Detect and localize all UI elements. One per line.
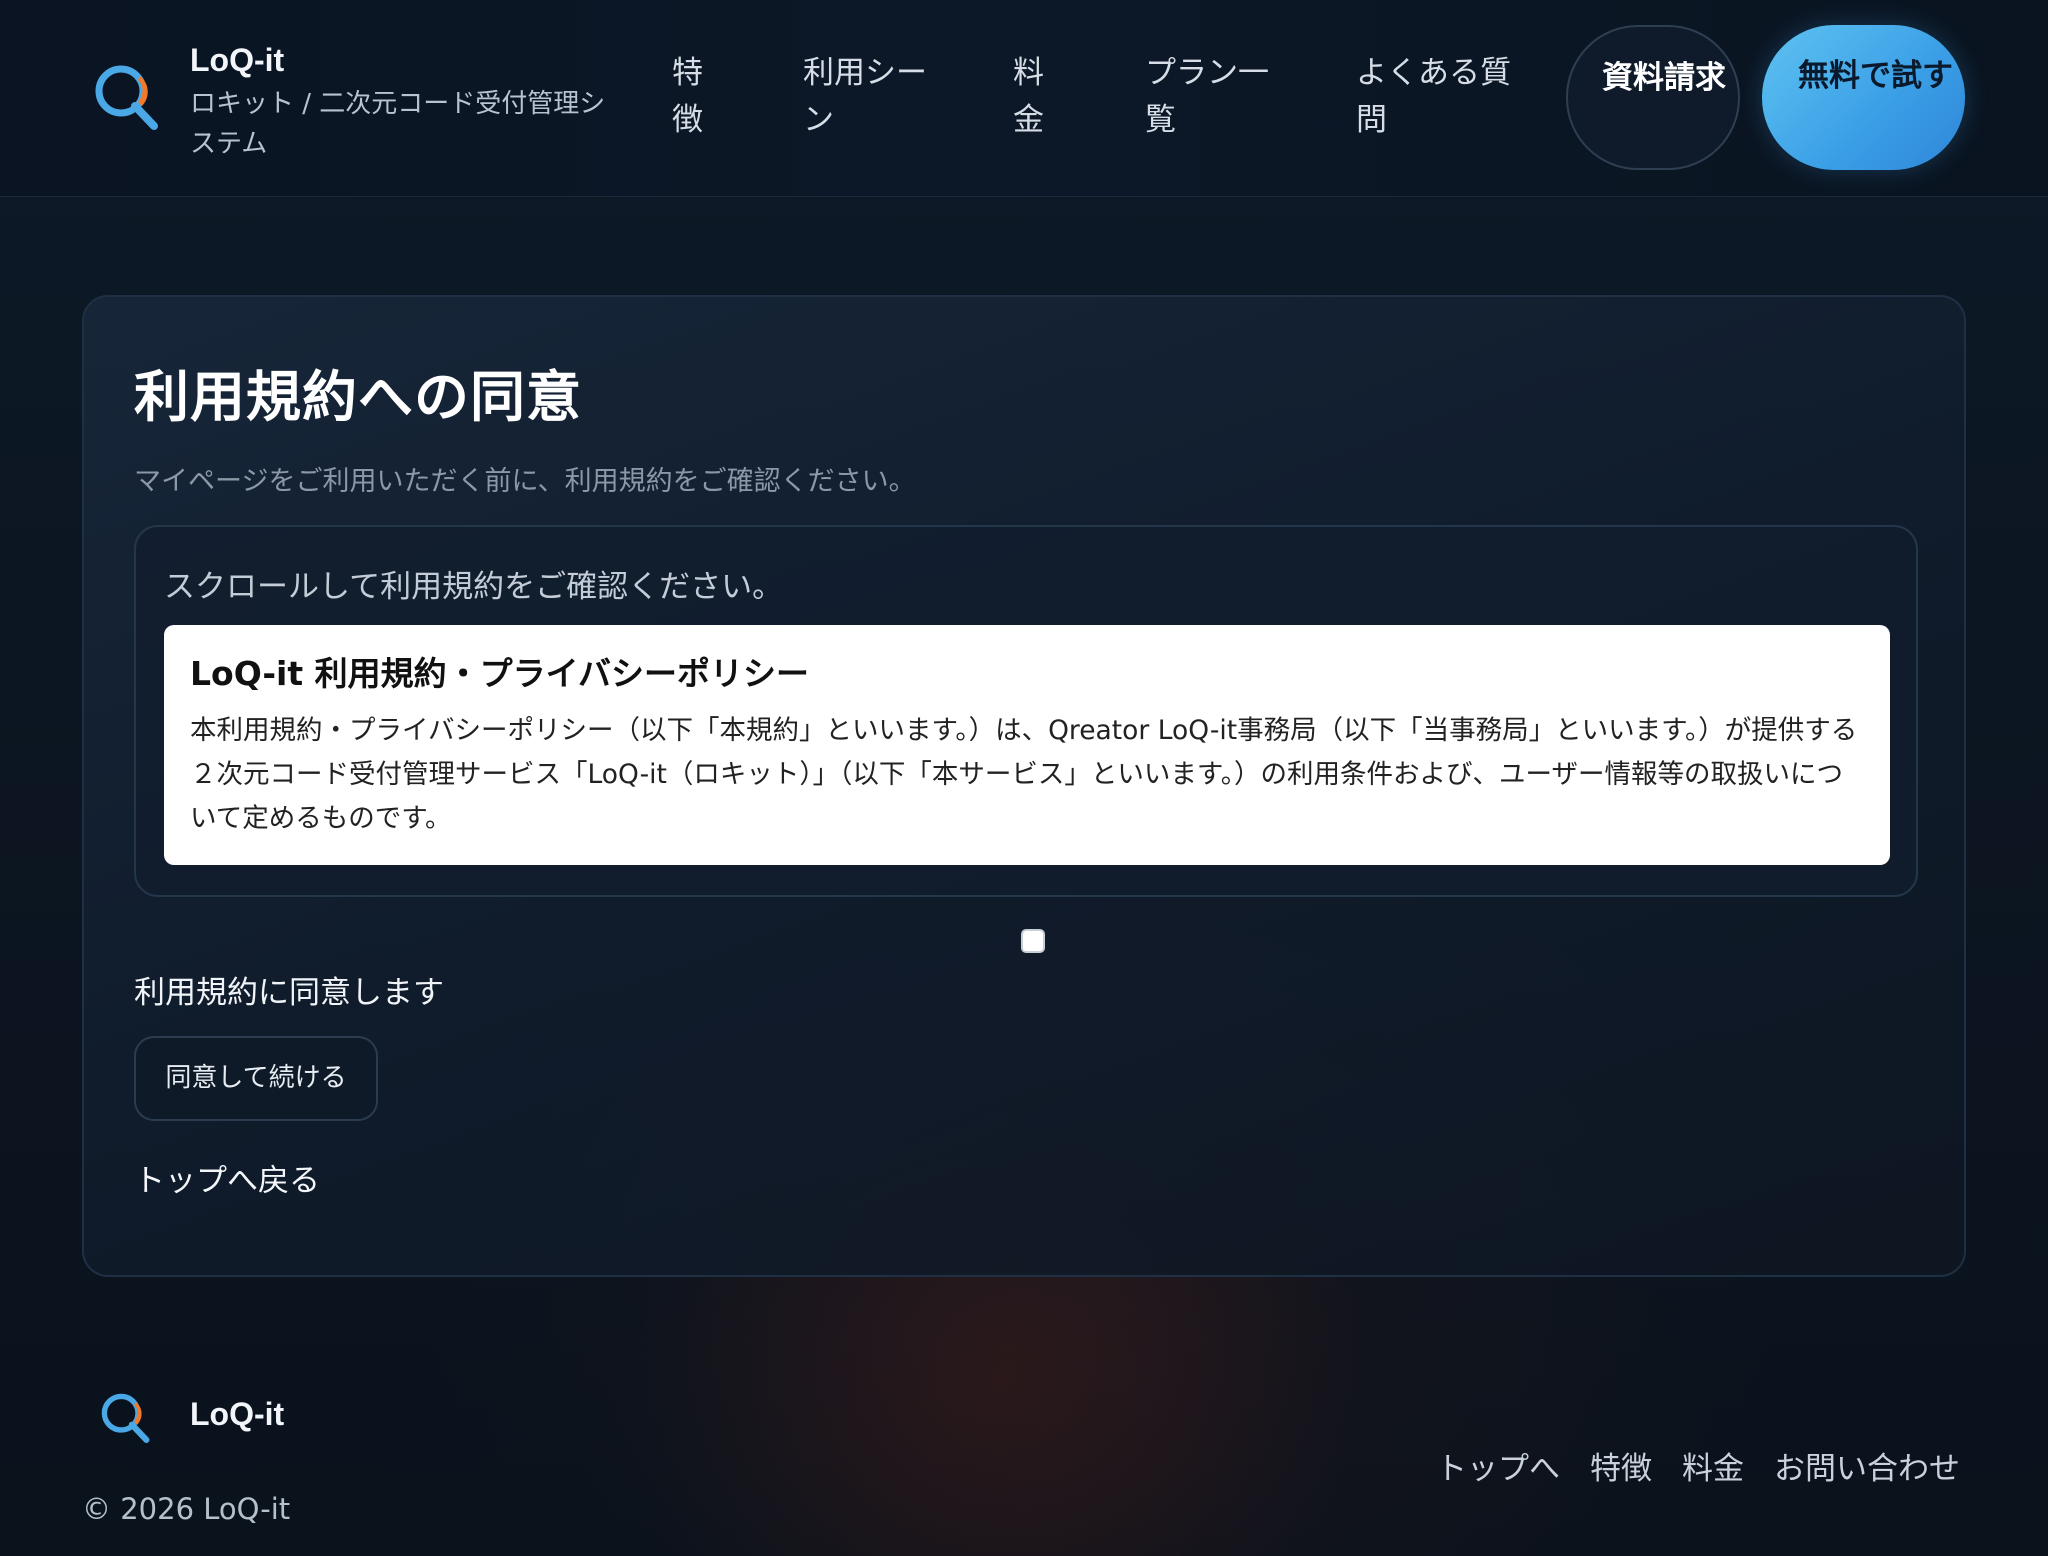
page-lead: マイページをご利用いただく前に、利用規約をご確認ください。 <box>134 466 916 497</box>
agree-label[interactable]: 利用規約に同意します <box>134 967 444 1012</box>
copyright: © 2026 LoQ-it <box>82 1492 291 1526</box>
brand[interactable]: LoQ-it ロキット / 二次元コード受付管理システム <box>88 38 628 168</box>
nav-pricing[interactable]: 料金 <box>1013 50 1053 144</box>
terms-section: スクロールして利用規約をご確認ください。 LoQ-it 利用規約・プライバシーポ… <box>134 525 1918 897</box>
site-header: LoQ-it ロキット / 二次元コード受付管理システム 特徴 利用シーン 料金… <box>0 0 2048 197</box>
footer-link-contact[interactable]: お問い合わせ <box>1774 1443 1960 1488</box>
nav-features[interactable]: 特徴 <box>672 50 712 144</box>
nav-use-cases[interactable]: 利用シーン <box>803 50 935 144</box>
footer-link-features[interactable]: 特徴 <box>1590 1443 1652 1488</box>
scroll-hint: スクロールして利用規約をご確認ください。 <box>164 569 784 605</box>
brand-name: LoQ-it <box>190 42 285 78</box>
nav-faq[interactable]: よくある質問 <box>1356 50 1521 144</box>
footer-link-top[interactable]: トップへ <box>1436 1443 1560 1488</box>
footer-brand-name: LoQ-it <box>190 1396 285 1432</box>
page-title: 利用規約への同意 <box>134 365 583 429</box>
agree-continue-button[interactable]: 同意して続ける <box>134 1036 378 1121</box>
magnifier-q-logo-icon[interactable] <box>96 1388 154 1446</box>
magnifier-q-logo-icon <box>95 65 158 130</box>
free-trial-button[interactable]: 無料で試す <box>1762 25 1965 170</box>
nav-plans[interactable]: プラン一覧 <box>1145 50 1277 144</box>
agree-checkbox[interactable] <box>1021 929 1045 953</box>
terms-consent-card: 利用規約への同意 マイページをご利用いただく前に、利用規約をご確認ください。 ス… <box>82 295 1966 1277</box>
brand-tagline: ロキット / 二次元コード受付管理システム <box>190 89 606 159</box>
footer-link-pricing[interactable]: 料金 <box>1682 1443 1744 1488</box>
back-to-top-link[interactable]: トップへ戻る <box>134 1155 320 1200</box>
terms-scroll-area[interactable]: LoQ-it 利用規約・プライバシーポリシー 本利用規約・プライバシーポリシー（… <box>164 625 1890 865</box>
request-documents-button[interactable]: 資料請求 <box>1566 25 1740 170</box>
terms-body: 本利用規約・プライバシーポリシー（以下「本規約」といいます。）は、Qreator… <box>190 715 1858 834</box>
terms-heading: LoQ-it 利用規約・プライバシーポリシー <box>190 654 809 693</box>
